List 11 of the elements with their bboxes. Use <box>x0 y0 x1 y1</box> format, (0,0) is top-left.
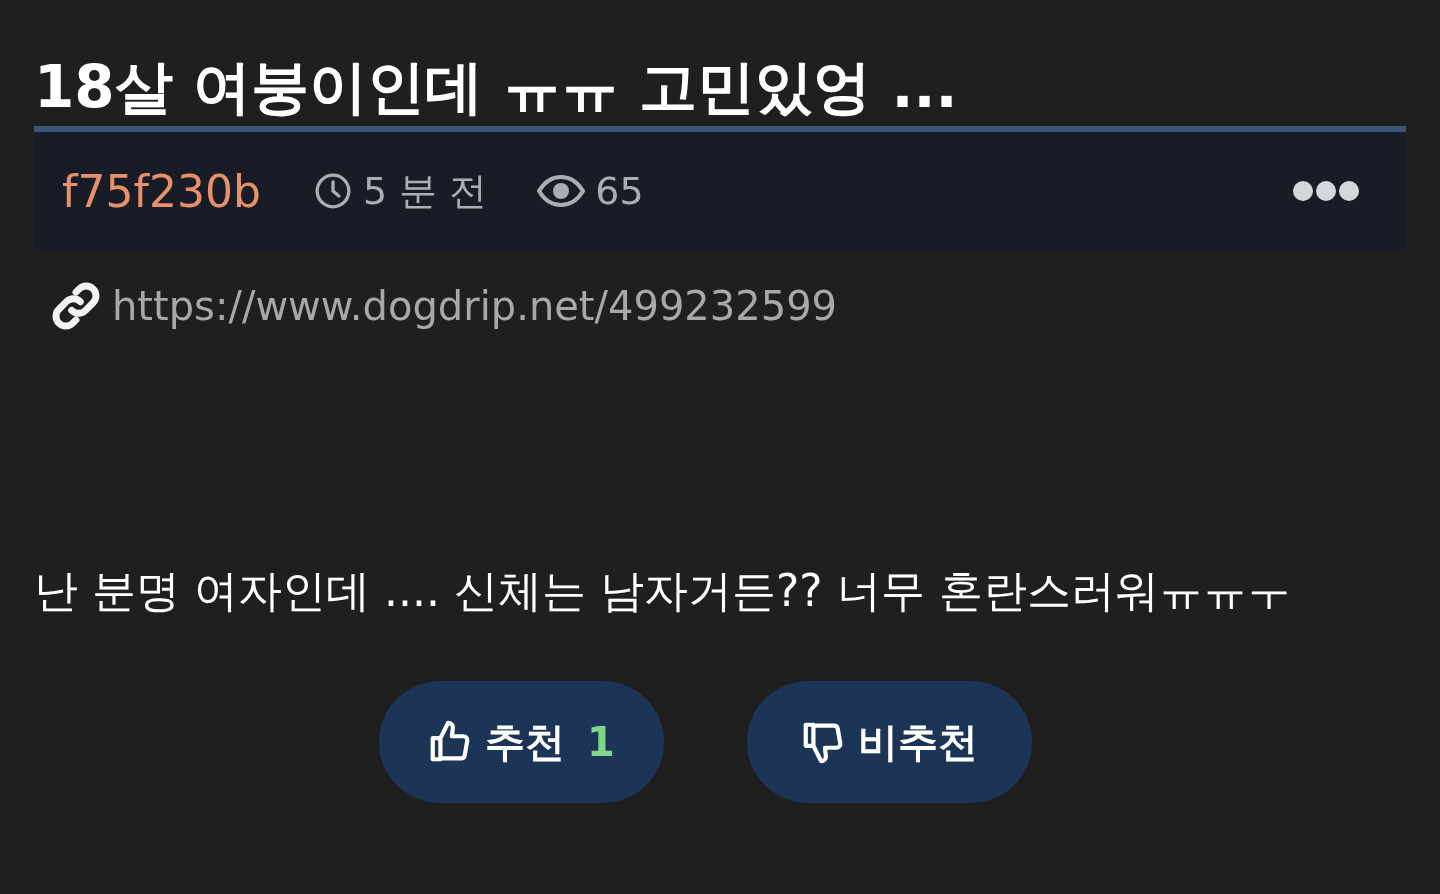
eye-icon <box>537 175 586 207</box>
downvote-button[interactable]: 비추천 <box>746 681 1032 803</box>
link-icon <box>50 280 102 332</box>
view-count: 65 <box>595 169 644 213</box>
author-name[interactable]: f75f230b <box>62 165 261 217</box>
post-title: 18살 여붕이인데 ㅠㅠ 고민있엉 ... <box>34 52 959 123</box>
upvote-button[interactable]: 추천 1 <box>378 681 664 803</box>
post-link[interactable]: https://www.dogdrip.net/499232599 <box>112 283 838 329</box>
more-icon[interactable] <box>1292 180 1360 202</box>
post-body: 난 분명 여자인데 .... 신체는 남자거든?? 너무 혼란스러워ㅠㅠㅜ <box>34 564 1292 618</box>
post-time: 5 분 전 <box>362 167 488 215</box>
